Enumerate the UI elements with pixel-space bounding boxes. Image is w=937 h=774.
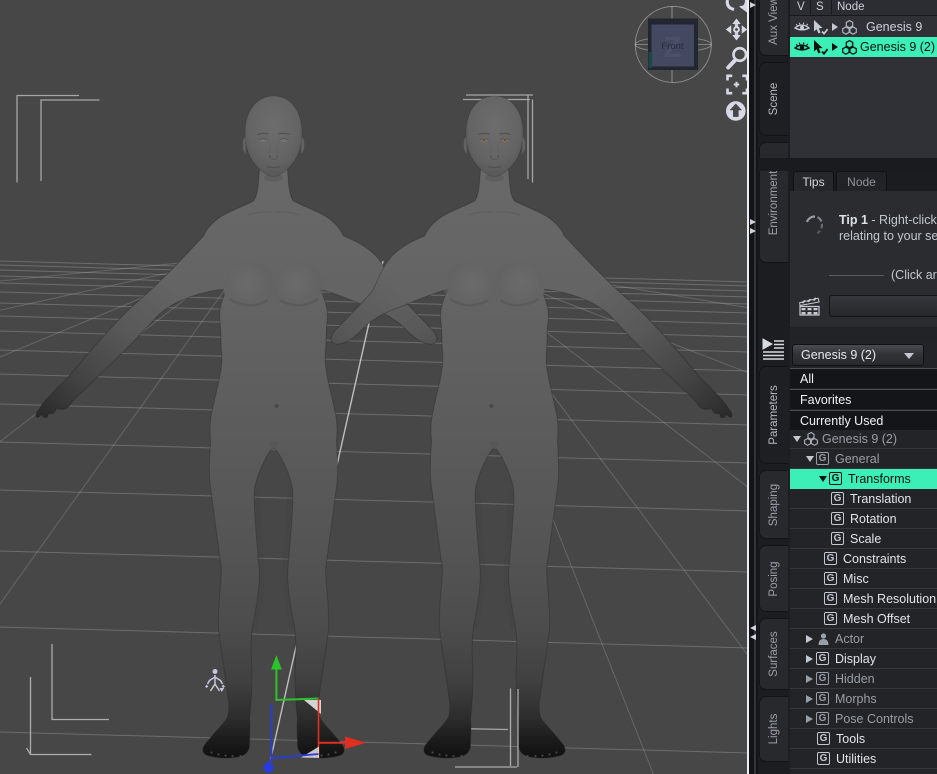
svg-text:Front: Front xyxy=(661,41,684,52)
